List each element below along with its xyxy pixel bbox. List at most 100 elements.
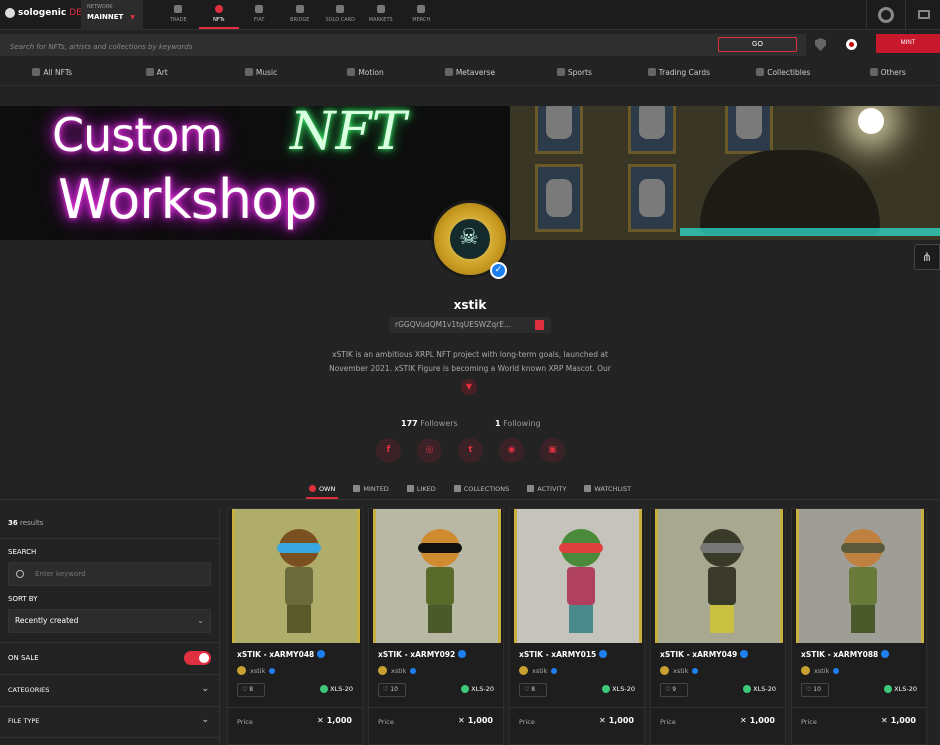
- search-input[interactable]: [0, 36, 600, 58]
- category-metaverse[interactable]: Metaverse: [418, 60, 522, 85]
- nft-title[interactable]: xSTIK - xARMY049: [660, 650, 749, 659]
- nft-card[interactable]: xSTIK - xARMY088 xstik ♡ 10 XLS-20 Price…: [791, 508, 927, 745]
- brand-logo[interactable]: sologenic DEX: [5, 8, 88, 18]
- creator-avatar: [801, 666, 810, 675]
- category-collectibles[interactable]: Collectibles: [731, 60, 835, 85]
- price-value: ✕ 1,000: [740, 716, 775, 725]
- like-button[interactable]: ♡ 10: [378, 683, 406, 697]
- framed-card-image: [628, 164, 676, 232]
- following-number: 1: [495, 419, 501, 428]
- character-figure: [696, 529, 748, 639]
- nft-image[interactable]: [796, 509, 924, 643]
- facebook-icon[interactable]: f: [376, 438, 401, 463]
- profile-description: xSTIK is an ambitious XRPL NFT project w…: [329, 350, 611, 373]
- xls-icon: [602, 685, 611, 693]
- tab-liked[interactable]: LIKED: [398, 478, 445, 499]
- website-icon[interactable]: ▣: [540, 438, 565, 463]
- twitter-icon[interactable]: t: [458, 438, 483, 463]
- nft-card[interactable]: xSTIK - xARMY048 xstik ♡ 8 XLS-20 Price …: [227, 508, 363, 745]
- tab-activity[interactable]: ACTIVITY: [518, 478, 575, 499]
- nft-card[interactable]: xSTIK - xARMY092 xstik ♡ 10 XLS-20 Price…: [368, 508, 504, 745]
- category-all-nfts[interactable]: All NFTs: [0, 60, 104, 85]
- framed-card-image: [535, 164, 583, 232]
- language-flag-icon[interactable]: [846, 39, 857, 50]
- category-trading-cards[interactable]: Trading Cards: [627, 60, 731, 85]
- on-sale-toggle[interactable]: [184, 651, 211, 665]
- nft-image[interactable]: [514, 509, 642, 643]
- go-button[interactable]: GO: [718, 37, 797, 52]
- sort-select[interactable]: Recently created ⌄: [8, 609, 211, 633]
- price-label: Price: [660, 718, 676, 726]
- nav-merch[interactable]: MERCH: [401, 0, 442, 30]
- xrp-icon: ✕: [739, 716, 747, 725]
- logout-icon[interactable]: [918, 10, 930, 19]
- nav-nfts[interactable]: NFTs: [198, 0, 240, 30]
- category-motion[interactable]: Motion: [313, 60, 417, 85]
- nav-label: BRIDGE: [290, 17, 310, 23]
- banner-neon-line1: Custom: [52, 108, 223, 162]
- nav-markets[interactable]: MARKETS: [361, 0, 402, 30]
- nft-image[interactable]: [232, 509, 360, 643]
- file-type-filter[interactable]: FILE TYPE ⌄: [8, 715, 211, 731]
- divider: [905, 0, 906, 30]
- category-art[interactable]: Art: [104, 60, 208, 85]
- category-music[interactable]: Music: [209, 60, 313, 85]
- nft-grid: xSTIK - xARMY048 xstik ♡ 8 XLS-20 Price …: [227, 508, 927, 745]
- nav-solo-card[interactable]: SOLO CARD: [320, 0, 361, 30]
- standard-label: XLS-20: [471, 685, 494, 693]
- top-bar: sologenic DEX NETWORK MAINNET ▼ TRADE NFT…: [0, 0, 940, 30]
- nft-creator[interactable]: xstik: [378, 666, 417, 675]
- share-icon[interactable]: ⋔: [914, 244, 940, 270]
- search-section-label: SEARCH: [8, 548, 37, 556]
- nft-title[interactable]: xSTIK - xARMY015: [519, 650, 608, 659]
- tab-own[interactable]: OWN: [300, 478, 344, 499]
- categories-filter[interactable]: CATEGORIES ⌄: [8, 684, 211, 700]
- results-count: 36 results: [8, 519, 43, 527]
- shield-icon[interactable]: [815, 38, 826, 51]
- nft-title[interactable]: xSTIK - xARMY092: [378, 650, 467, 659]
- category-sports[interactable]: Sports: [522, 60, 626, 85]
- nft-title[interactable]: xSTIK - xARMY088: [801, 650, 890, 659]
- like-button[interactable]: ♡ 8: [237, 683, 265, 697]
- nav-bridge[interactable]: BRIDGE: [280, 0, 321, 30]
- nft-creator[interactable]: xstik: [237, 666, 276, 675]
- file-type-label: FILE TYPE: [8, 717, 40, 725]
- price-label: Price: [519, 718, 535, 726]
- following-count[interactable]: 1 Following: [495, 419, 541, 428]
- like-button[interactable]: ♡ 8: [519, 683, 547, 697]
- network-label: NETWORK: [87, 4, 113, 10]
- followers-count[interactable]: 177 Followers: [401, 419, 458, 428]
- standard-label: XLS-20: [753, 685, 776, 693]
- nft-card[interactable]: xSTIK - xARMY015 xstik ♡ 8 XLS-20 Price …: [509, 508, 645, 745]
- nft-image[interactable]: [373, 509, 501, 643]
- nft-creator[interactable]: xstik: [801, 666, 840, 675]
- nft-creator[interactable]: xstik: [660, 666, 699, 675]
- price-value: ✕ 1,000: [317, 716, 352, 725]
- verified-icon: [458, 650, 467, 658]
- like-button[interactable]: ♡ 10: [801, 683, 829, 697]
- network-selector[interactable]: NETWORK MAINNET ▼: [81, 0, 143, 30]
- instagram-icon[interactable]: ◎: [417, 438, 442, 463]
- nft-title-text: xSTIK - xARMY015: [519, 650, 597, 659]
- category-others[interactable]: Others: [836, 60, 940, 85]
- category-label: Collectibles: [767, 68, 811, 77]
- tab-collections[interactable]: COLLECTIONS: [445, 478, 519, 499]
- nft-creator[interactable]: xstik: [519, 666, 558, 675]
- nft-image[interactable]: [655, 509, 783, 643]
- nft-title[interactable]: xSTIK - xARMY048: [237, 650, 326, 659]
- copy-icon[interactable]: [535, 320, 544, 330]
- tab-label: ACTIVITY: [537, 485, 567, 493]
- gear-icon[interactable]: [878, 7, 894, 23]
- chevron-down-icon: ⌄: [201, 715, 209, 725]
- keyword-input[interactable]: [35, 563, 205, 585]
- nav-fiat[interactable]: FIAT: [239, 0, 280, 30]
- discord-icon[interactable]: ◉: [499, 438, 524, 463]
- token-standard: XLS-20: [461, 685, 494, 693]
- nav-trade[interactable]: TRADE: [158, 0, 199, 30]
- tab-watchlist[interactable]: WATCHLIST: [575, 478, 640, 499]
- tab-minted[interactable]: MINTED: [344, 478, 397, 499]
- expand-description-button[interactable]: ▼: [461, 379, 477, 395]
- like-button[interactable]: ♡ 9: [660, 683, 688, 697]
- nft-card[interactable]: xSTIK - xARMY049 xstik ♡ 9 XLS-20 Price …: [650, 508, 786, 745]
- mint-button[interactable]: MINT: [876, 34, 940, 53]
